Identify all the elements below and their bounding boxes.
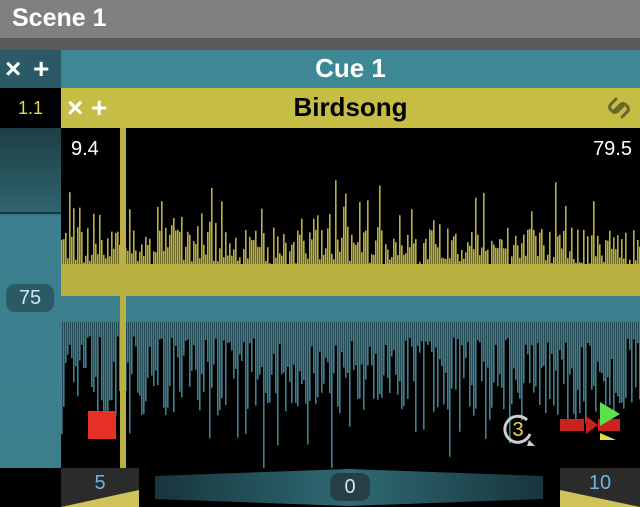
scene-title: Scene 1	[12, 4, 107, 32]
waveform[interactable]	[61, 128, 640, 468]
level-strip[interactable]: 75	[0, 128, 61, 468]
end-time: 79.5	[593, 138, 632, 160]
fade-in-value: 5	[94, 472, 106, 494]
fade-out-value: 10	[588, 472, 612, 494]
playhead[interactable]	[120, 128, 126, 468]
pan-control[interactable]: 0	[155, 468, 543, 507]
cue-actions: × +	[0, 50, 61, 88]
cue-remove-button[interactable]: ×	[5, 55, 21, 83]
track-header[interactable]: × + Birdsong	[61, 88, 640, 128]
track-title: Birdsong	[293, 92, 408, 122]
waveform-graphic	[61, 180, 640, 468]
level-value[interactable]: 75	[6, 284, 54, 312]
play-icon	[560, 402, 620, 440]
loop-count: 3	[512, 419, 524, 441]
track-index: 1.1	[17, 98, 44, 118]
level-marker	[0, 212, 61, 214]
pan-value: 0	[330, 473, 370, 501]
stop-button[interactable]	[88, 411, 116, 439]
fade-out-control[interactable]: 10	[560, 468, 640, 507]
link-icon[interactable]	[602, 93, 636, 123]
cue-add-button[interactable]: +	[33, 55, 49, 83]
play-button[interactable]	[558, 402, 624, 442]
start-time: 9.4	[71, 138, 99, 160]
cue-header[interactable]: Cue 1	[61, 50, 640, 88]
track-index-cell: 1.1	[0, 88, 61, 128]
scene-separator	[0, 38, 640, 50]
fade-in-control[interactable]: 5	[61, 468, 139, 507]
loop-button[interactable]: 3	[500, 412, 536, 448]
scene-header: Scene 1	[0, 0, 640, 38]
cue-title: Cue 1	[315, 53, 386, 83]
